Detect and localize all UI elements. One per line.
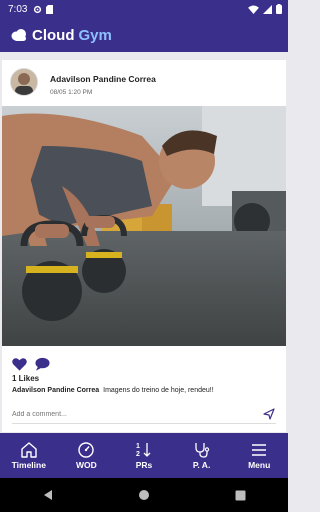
nav-item-timeline[interactable]: Timeline — [0, 433, 58, 478]
cloud-icon — [11, 29, 26, 41]
sort-icon: 1 2 — [136, 443, 151, 458]
signal-icon — [263, 4, 272, 14]
recents-icon[interactable] — [235, 490, 246, 501]
nav-item-menu[interactable]: Menu — [230, 433, 288, 478]
gauge-icon — [78, 442, 95, 458]
post-author[interactable]: Adavilson Pandine Correa — [50, 74, 156, 84]
nav-label-prs: PRs — [135, 460, 153, 471]
logo-text-gym: Gym — [78, 26, 112, 44]
timeline-feed[interactable]: Adavilson Pandine Correa 08/05 1:20 PM 1… — [0, 52, 288, 433]
nav-label-wod: WOD — [76, 460, 97, 471]
post-image[interactable] — [2, 106, 286, 346]
nav-label-pa: P. A. — [192, 460, 211, 471]
logo-text-cloud: Cloud — [32, 26, 75, 44]
caption-author[interactable]: Adavilson Pandine Correa — [12, 387, 99, 394]
likes-count[interactable]: 1 Likes — [12, 374, 39, 383]
sd-card-icon — [46, 4, 54, 14]
caption-text: Imagens do treino de hoje, rendeu!! — [103, 387, 214, 394]
bottom-nav: Timeline WOD 1 2 PRs P. A. Menu — [0, 433, 288, 478]
app-bar: Cloud Gym — [0, 18, 288, 52]
nav-label-menu: Menu — [248, 460, 271, 471]
svg-text:2: 2 — [136, 451, 140, 458]
nav-item-wod[interactable]: WOD — [58, 433, 116, 478]
send-icon — [263, 408, 275, 420]
post-actions — [12, 357, 50, 371]
status-time: 7:03 — [8, 3, 28, 15]
home-icon — [21, 442, 37, 458]
comment-input[interactable] — [12, 410, 262, 418]
post-timestamp: 08/05 1:20 PM — [50, 89, 93, 96]
comment-icon[interactable] — [35, 357, 50, 371]
nav-label-timeline: Timeline — [11, 460, 46, 471]
nav-item-prs[interactable]: 1 2 PRs — [115, 433, 173, 478]
svg-text:1: 1 — [136, 443, 140, 450]
avatar[interactable] — [10, 68, 38, 96]
settings-icon — [34, 5, 42, 13]
app-logo: Cloud Gym — [10, 27, 112, 44]
heart-icon[interactable] — [12, 357, 27, 371]
back-icon[interactable] — [42, 489, 54, 501]
battery-icon — [276, 4, 282, 14]
home-circle-icon[interactable] — [138, 489, 150, 501]
post-caption: Adavilson Pandine Correa Imagens do trein… — [12, 387, 214, 394]
wifi-icon — [248, 4, 259, 14]
stethoscope-icon — [194, 443, 209, 458]
system-nav-bar — [0, 478, 288, 512]
post-header: Adavilson Pandine Correa 08/05 1:20 PM — [10, 68, 280, 102]
comment-row — [12, 405, 276, 424]
status-bar: 7:03 — [0, 0, 288, 18]
post-card: Adavilson Pandine Correa 08/05 1:20 PM 1… — [2, 60, 286, 432]
nav-item-pa[interactable]: P. A. — [173, 433, 231, 478]
send-button[interactable] — [262, 407, 276, 421]
menu-icon — [252, 444, 267, 456]
